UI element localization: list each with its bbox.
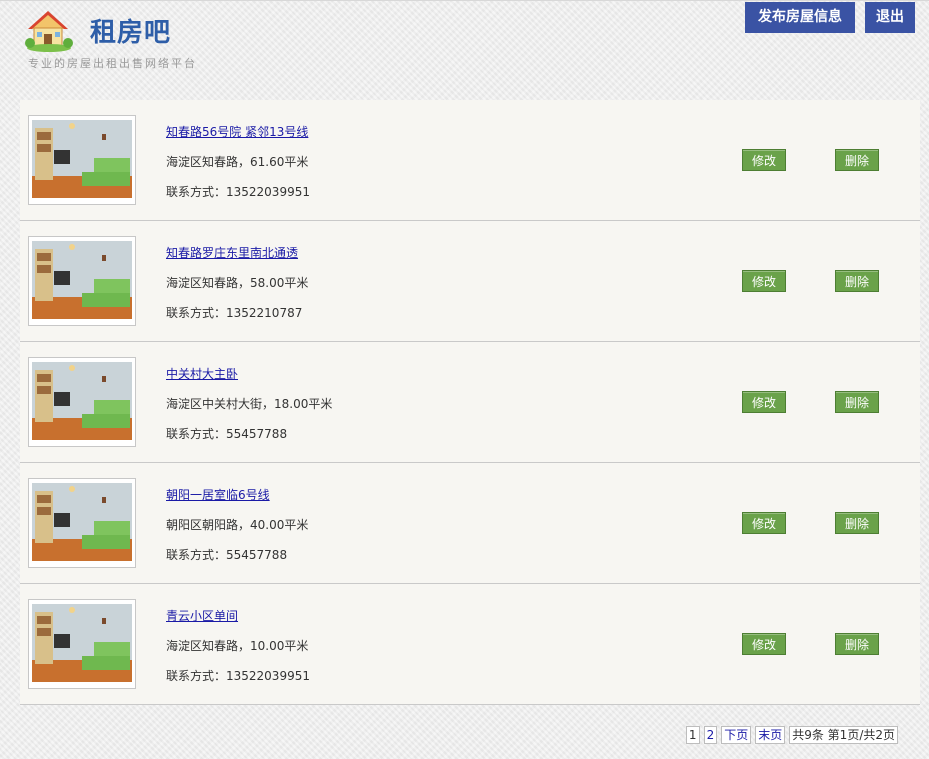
listing-photo[interactable] [28, 478, 136, 568]
listing-row: 朝阳一居室临6号线 朝阳区朝阳路，40.00平米 联系方式：55457788 修… [20, 463, 920, 584]
brand-subtitle: 专业的房屋出租出售网络平台 [28, 57, 197, 70]
brand-title: 租房吧 [90, 18, 172, 48]
delete-button[interactable]: 删除 [835, 270, 879, 292]
listing-title-link[interactable]: 知春路56号院 紧邻13号线 [166, 123, 308, 140]
top-border [0, 0, 929, 1]
listing-photo[interactable] [28, 236, 136, 326]
listing-contact: 联系方式：13522039951 [166, 669, 310, 683]
next-page-link[interactable]: 下页 [721, 726, 752, 744]
listing-row: 青云小区单间 海淀区知春路，10.00平米 联系方式：13522039951 修… [20, 584, 920, 705]
delete-button[interactable]: 删除 [835, 512, 879, 534]
listing-row: 中关村大主卧 海淀区中关村大街，18.00平米 联系方式：55457788 修改… [20, 342, 920, 463]
listing-row: 知春路罗庄东里南北通透 海淀区知春路，58.00平米 联系方式：13522107… [20, 221, 920, 342]
listing-list: 知春路56号院 紧邻13号线 海淀区知春路，61.60平米 联系方式：13522… [20, 100, 920, 705]
publish-listing-button[interactable]: 发布房屋信息 [745, 2, 855, 33]
listing-contact: 联系方式：1352210787 [166, 306, 303, 320]
listing-contact: 联系方式：55457788 [166, 427, 288, 441]
delete-button[interactable]: 删除 [835, 149, 879, 171]
last-page-link[interactable]: 末页 [755, 726, 786, 744]
edit-button[interactable]: 修改 [742, 512, 786, 534]
listing-address: 朝阳区朝阳路，40.00平米 [166, 518, 309, 532]
edit-button[interactable]: 修改 [742, 149, 786, 171]
edit-button[interactable]: 修改 [742, 633, 786, 655]
page-1-link[interactable]: 1 [685, 726, 700, 744]
logout-button[interactable]: 退出 [865, 2, 915, 33]
listing-address: 海淀区知春路，10.00平米 [166, 639, 309, 653]
listing-title-link[interactable]: 朝阳一居室临6号线 [166, 486, 270, 503]
delete-button[interactable]: 删除 [835, 633, 879, 655]
edit-button[interactable]: 修改 [742, 391, 786, 413]
listing-title-link[interactable]: 青云小区单间 [166, 607, 238, 624]
listing-photo[interactable] [28, 599, 136, 689]
house-logo-icon [24, 7, 74, 53]
listing-contact: 联系方式：55457788 [166, 548, 288, 562]
pagination-summary: 共9条 第1页/共2页 [789, 726, 898, 744]
delete-button[interactable]: 删除 [835, 391, 879, 413]
listing-row: 知春路56号院 紧邻13号线 海淀区知春路，61.60平米 联系方式：13522… [20, 100, 920, 221]
edit-button[interactable]: 修改 [742, 270, 786, 292]
listing-address: 海淀区知春路，58.00平米 [166, 276, 309, 290]
listing-title-link[interactable]: 知春路罗庄东里南北通透 [166, 244, 298, 261]
listing-address: 海淀区知春路，61.60平米 [166, 155, 309, 169]
listing-contact: 联系方式：13522039951 [166, 185, 310, 199]
pagination: 1 2 下页 末页 共9条 第1页/共2页 [685, 726, 898, 744]
listing-address: 海淀区中关村大街，18.00平米 [166, 397, 333, 411]
listing-photo[interactable] [28, 115, 136, 205]
listing-photo[interactable] [28, 357, 136, 447]
page-2-link[interactable]: 2 [703, 726, 718, 744]
listing-title-link[interactable]: 中关村大主卧 [166, 365, 238, 382]
